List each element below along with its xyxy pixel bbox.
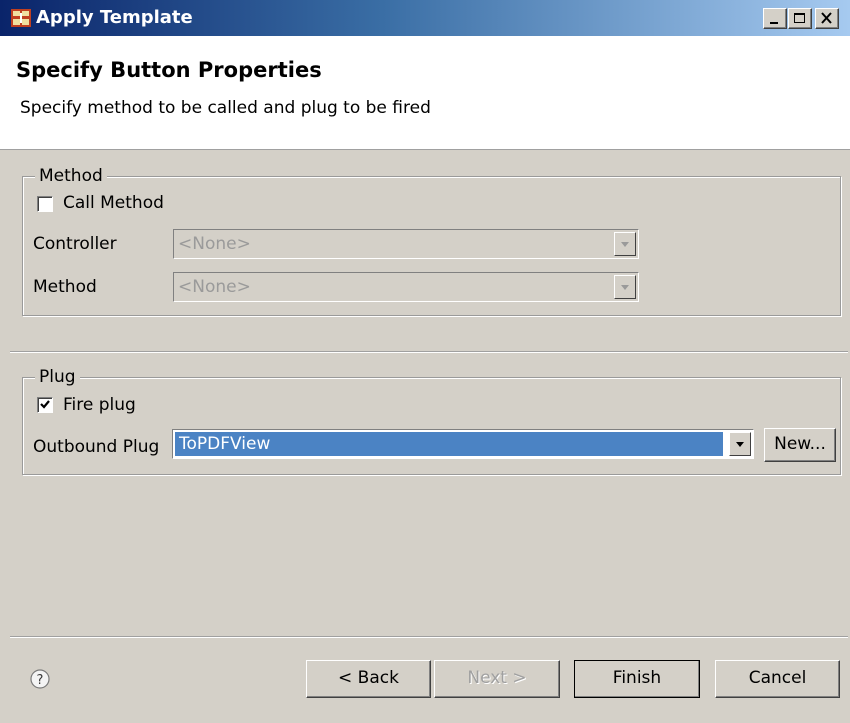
back-button-label: < Back bbox=[338, 668, 399, 688]
checkmark-icon bbox=[40, 400, 50, 409]
method-group: Method Call Method Controller <None> Met… bbox=[22, 166, 841, 316]
chevron-down-icon bbox=[621, 285, 629, 290]
minimize-icon bbox=[770, 22, 778, 24]
controller-value: <None> bbox=[178, 234, 251, 254]
outbound-plug-dropdown-button[interactable] bbox=[729, 432, 751, 456]
controller-dropdown-button[interactable] bbox=[614, 232, 636, 256]
method-group-legend: Method bbox=[35, 166, 107, 186]
finish-button-label: Finish bbox=[612, 668, 662, 688]
close-button[interactable] bbox=[815, 8, 839, 29]
window-title: Apply Template bbox=[36, 7, 193, 28]
controller-select[interactable]: <None> bbox=[173, 229, 639, 259]
page-title: Specify Button Properties bbox=[16, 58, 322, 82]
plug-group-legend: Plug bbox=[35, 367, 80, 387]
footer-separator bbox=[10, 636, 848, 638]
next-button-label: Next > bbox=[467, 668, 527, 688]
page-description: Specify method to be called and plug to … bbox=[20, 98, 431, 118]
method-label: Method bbox=[33, 277, 97, 297]
maximize-icon bbox=[794, 13, 805, 23]
call-method-checkbox[interactable] bbox=[37, 196, 53, 212]
close-icon bbox=[821, 12, 832, 24]
fire-plug-label: Fire plug bbox=[63, 395, 136, 415]
separator bbox=[10, 351, 848, 353]
minimize-button[interactable] bbox=[763, 8, 787, 29]
cancel-button-label: Cancel bbox=[748, 668, 807, 688]
help-icon[interactable]: ? bbox=[29, 668, 51, 690]
maximize-button[interactable] bbox=[788, 8, 812, 29]
chevron-down-icon bbox=[621, 242, 629, 247]
controller-label: Controller bbox=[33, 234, 117, 254]
call-method-label: Call Method bbox=[63, 193, 164, 213]
new-plug-button[interactable]: New... bbox=[764, 428, 836, 462]
apply-template-dialog: Apply Template Specify Button Properties… bbox=[0, 0, 850, 723]
method-dropdown-button[interactable] bbox=[614, 275, 636, 299]
outbound-plug-select[interactable]: ToPDFView bbox=[172, 429, 754, 459]
method-value: <None> bbox=[178, 277, 251, 297]
back-button[interactable]: < Back bbox=[306, 660, 431, 698]
finish-button[interactable]: Finish bbox=[574, 660, 700, 698]
outbound-plug-value: ToPDFView bbox=[179, 434, 271, 454]
title-bar[interactable]: Apply Template bbox=[0, 0, 850, 36]
template-icon bbox=[11, 9, 31, 27]
outbound-plug-label: Outbound Plug bbox=[33, 437, 160, 457]
new-plug-button-label: New... bbox=[774, 434, 826, 454]
svg-text:?: ? bbox=[37, 673, 44, 688]
fire-plug-checkbox[interactable] bbox=[37, 397, 53, 413]
chevron-down-icon bbox=[736, 442, 744, 447]
method-select[interactable]: <None> bbox=[173, 272, 639, 302]
header-banner: Specify Button Properties Specify method… bbox=[0, 36, 850, 150]
cancel-button[interactable]: Cancel bbox=[715, 660, 840, 698]
next-button[interactable]: Next > bbox=[434, 660, 560, 698]
plug-group: Plug Fire plug Outbound Plug ToPDFView N… bbox=[22, 367, 841, 475]
